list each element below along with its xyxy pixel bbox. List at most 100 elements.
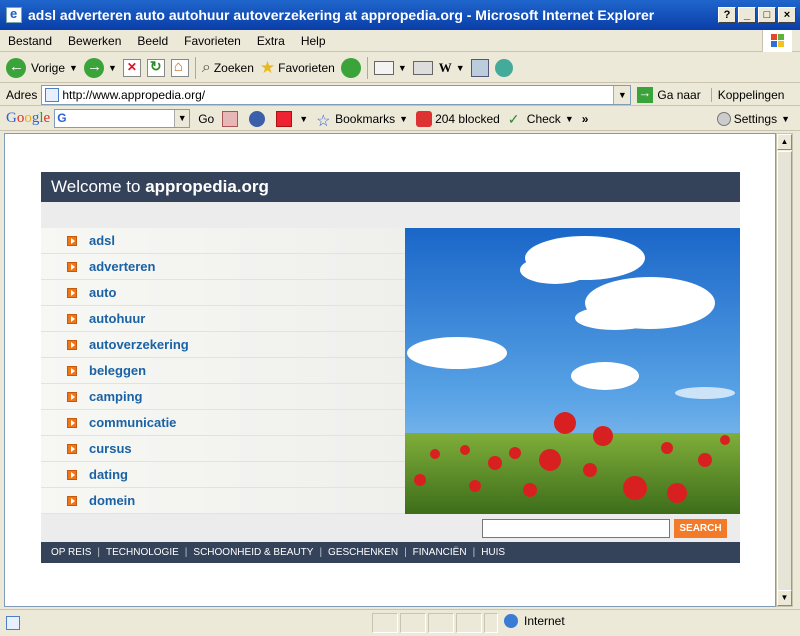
menu-item-autohuur[interactable]: autohuur [41, 306, 405, 332]
menu-help[interactable]: Help [293, 34, 334, 48]
word-edit-icon[interactable]: W [439, 60, 452, 76]
keyword-menu: adsl adverteren auto autohuur autoverzek… [41, 228, 405, 514]
arrow-bullet-icon [67, 495, 77, 506]
scroll-thumb[interactable] [777, 151, 792, 591]
menu-link[interactable]: adsl [89, 233, 115, 248]
messenger-icon[interactable] [494, 58, 513, 77]
google-search-dropdown-icon[interactable]: ▼ [174, 110, 190, 127]
nav-technologie[interactable]: TECHNOLOGIE [106, 547, 179, 558]
menu-link[interactable]: adverteren [89, 259, 155, 274]
vertical-scrollbar[interactable]: ▲ ▼ [776, 133, 793, 607]
menu-bewerken[interactable]: Bewerken [60, 34, 129, 48]
bookmarks-label: Bookmarks [335, 111, 396, 126]
home-icon[interactable] [170, 58, 189, 77]
menu-beeld[interactable]: Beeld [129, 34, 176, 48]
nav-schoonheid-beauty[interactable]: SCHOONHEID & BEAUTY [193, 547, 313, 558]
highlight-dropdown-icon[interactable]: ▼ [299, 114, 308, 124]
go-label: Ga naar [657, 87, 701, 102]
close-button[interactable]: × [778, 7, 796, 23]
menu-bestand[interactable]: Bestand [0, 34, 60, 48]
menu-item-autoverzekering[interactable]: autoverzekering [41, 332, 405, 358]
site-search-input[interactable] [482, 519, 670, 538]
menu-item-adverteren[interactable]: adverteren [41, 254, 405, 280]
menu-item-domein[interactable]: domein [41, 488, 405, 514]
search-submit-button[interactable]: SEARCH [674, 519, 727, 538]
discuss-icon[interactable] [470, 58, 489, 77]
nav-divider: | [184, 547, 188, 558]
menu-link[interactable]: auto [89, 285, 116, 300]
links-button[interactable]: Koppelingen [710, 87, 784, 102]
google-search-input[interactable]: G ▼ [54, 109, 191, 128]
edit-dropdown-icon[interactable]: ▼ [456, 63, 465, 73]
menu-favorieten[interactable]: Favorieten [176, 34, 249, 48]
minimize-button[interactable]: _ [738, 7, 756, 23]
arrow-bullet-icon [67, 339, 77, 350]
forward-dropdown-icon[interactable]: ▼ [108, 63, 117, 73]
nav-geschenken[interactable]: GESCHENKEN [328, 547, 398, 558]
spellcheck-button[interactable]: Check ▼ [508, 111, 574, 127]
scroll-down-icon[interactable]: ▼ [777, 590, 792, 606]
address-dropdown-icon[interactable]: ▼ [613, 85, 631, 104]
check-label: Check [526, 111, 561, 126]
favorites-button[interactable]: Favorieten [260, 58, 335, 78]
help-button[interactable]: ? [718, 7, 736, 23]
menu-item-cursus[interactable]: cursus [41, 436, 405, 462]
scroll-up-icon[interactable]: ▲ [777, 134, 792, 150]
windows-logo-icon [762, 30, 792, 52]
stop-icon[interactable] [122, 58, 141, 77]
bookmarks-dropdown-icon: ▼ [399, 113, 409, 124]
nav-financien[interactable]: FINANCIËN [413, 547, 467, 558]
highlight-icon[interactable] [276, 110, 293, 127]
page-viewport: Welcome to appropedia.org adsl advertere… [4, 133, 776, 607]
google-toolbar: Google G ▼ Go ▼ Bookmarks ▼ 204 blocked … [0, 107, 800, 131]
maximize-button[interactable]: □ [758, 7, 776, 23]
back-label: Vorige [31, 60, 66, 75]
back-dropdown-icon[interactable]: ▼ [69, 63, 78, 73]
go-button[interactable]: Ga naar [637, 85, 701, 103]
settings-label: Settings [733, 111, 778, 126]
standard-toolbar: Vorige ▼ ▼ Zoeken Favorieten ▼ W ▼ [0, 53, 800, 83]
more-chevron-icon[interactable]: » [582, 112, 589, 126]
back-button[interactable]: Vorige ▼ [6, 57, 78, 78]
forward-button[interactable]: ▼ [83, 57, 117, 78]
news-icon[interactable] [222, 110, 239, 127]
mail-icon[interactable] [373, 60, 394, 75]
menu-extra[interactable]: Extra [249, 34, 293, 48]
menu-item-camping[interactable]: camping [41, 384, 405, 410]
menu-link[interactable]: communicatie [89, 415, 176, 430]
menu-item-beleggen[interactable]: beleggen [41, 358, 405, 384]
menu-item-communicatie[interactable]: communicatie [41, 410, 405, 436]
mail-dropdown-icon[interactable]: ▼ [398, 63, 407, 73]
search-button[interactable]: Zoeken [202, 59, 254, 77]
print-icon[interactable] [412, 60, 433, 75]
arrow-bullet-icon [67, 313, 77, 324]
page-icon [45, 87, 60, 102]
site-header: Welcome to appropedia.org [41, 172, 740, 202]
menu-link[interactable]: autoverzekering [89, 337, 189, 352]
globe-icon[interactable] [249, 110, 266, 127]
window-title-bar: adsl adverteren auto autohuur autoverzek… [0, 0, 800, 30]
menu-link[interactable]: dating [89, 467, 128, 482]
google-logo[interactable]: Google [6, 110, 50, 127]
history-icon[interactable] [340, 57, 361, 78]
hero-image [405, 228, 740, 514]
menu-item-auto[interactable]: auto [41, 280, 405, 306]
settings-button[interactable]: Settings ▼ [716, 111, 790, 126]
popup-blocker-button[interactable]: 204 blocked [416, 110, 500, 127]
refresh-icon[interactable] [146, 58, 165, 77]
menu-link[interactable]: autohuur [89, 311, 145, 326]
menu-link[interactable]: camping [89, 389, 142, 404]
menu-item-adsl[interactable]: adsl [41, 228, 405, 254]
menu-link[interactable]: domein [89, 493, 135, 508]
arrow-bullet-icon [67, 443, 77, 454]
ie-page-icon [6, 6, 22, 23]
address-input[interactable]: http://www.appropedia.org/ ▼ [41, 84, 632, 105]
nav-huis[interactable]: HUIS [481, 547, 505, 558]
nav-op-reis[interactable]: OP REIS [51, 547, 91, 558]
bookmarks-button[interactable]: Bookmarks ▼ [316, 111, 408, 127]
menu-link[interactable]: cursus [89, 441, 132, 456]
menu-item-dating[interactable]: dating [41, 462, 405, 488]
status-cell [400, 613, 426, 633]
google-go-button[interactable]: Go [198, 112, 214, 126]
menu-link[interactable]: beleggen [89, 363, 146, 378]
